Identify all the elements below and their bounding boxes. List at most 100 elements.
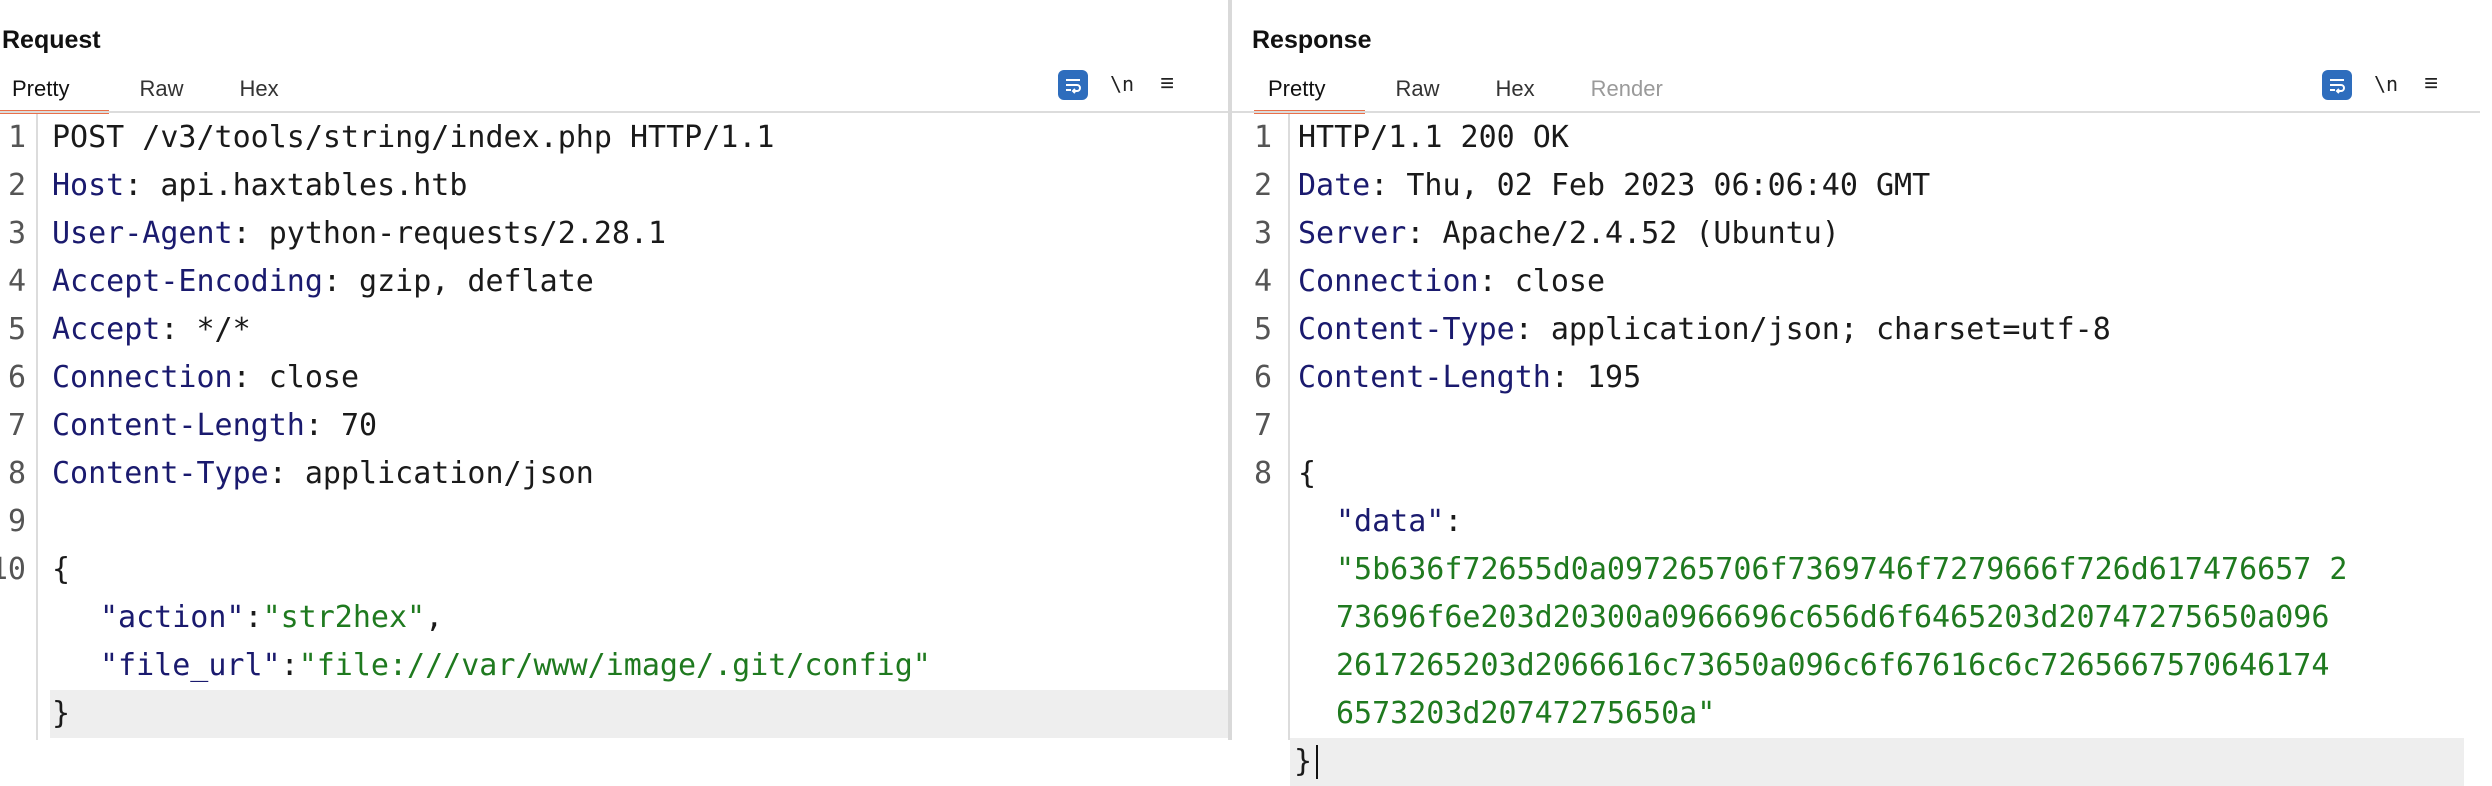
json-key: "data" (1336, 504, 1445, 539)
line-number: 1 (1253, 120, 1272, 155)
header-name: Content-Length (1298, 360, 1551, 395)
json-line: "action":"str2hex", (0, 594, 1228, 642)
line-number: 1 (7, 120, 26, 155)
line-number: 8 (1253, 456, 1272, 491)
code-line: 4 Connection: close (1232, 258, 2464, 306)
line-number: 4 (7, 264, 26, 299)
tab-render[interactable]: Render (1585, 72, 1669, 112)
code-line: 3 User-Agent: python-requests/2.28.1 (0, 210, 1228, 258)
code-line: 5 Accept: */* (0, 306, 1228, 354)
word-wrap-button[interactable] (2322, 70, 2352, 100)
header-name: Content-Type (1298, 312, 1515, 347)
json-comma: , (425, 600, 444, 635)
code-line: 2 Date: Thu, 02 Feb 2023 06:06:40 GMT (1232, 162, 2464, 210)
code-line: 8 Content-Type: application/json (0, 450, 1228, 498)
tab-raw[interactable]: Raw (133, 72, 189, 112)
code-line: 1 POST /v3/tools/string/index.php HTTP/1.… (0, 114, 1228, 162)
line-content: "file_url":"file:///var/www/image/.git/c… (100, 642, 931, 690)
code-line: 6 Connection: close (0, 354, 1228, 402)
wrap-icon (2330, 79, 2345, 94)
wrap-icon (1066, 79, 1081, 94)
json-string: "str2hex" (262, 600, 426, 635)
json-line: } (1290, 738, 2464, 786)
code-line: 2 Host: api.haxtables.htb (0, 162, 1228, 210)
code-line: 1 HTTP/1.1 200 OK (1232, 114, 2464, 162)
code-line: 7 Content-Length: 70 (0, 402, 1228, 450)
request-tabs: Pretty Raw Hex (0, 72, 329, 114)
json-key: "action" (100, 600, 245, 635)
code-line: 9 (0, 498, 1228, 546)
line-number: 2 (1253, 168, 1272, 203)
code-line: 10 { (0, 546, 1228, 594)
word-wrap-button[interactable] (1058, 70, 1088, 100)
header-name: Date (1298, 168, 1371, 203)
json-line: 6573203d20747275650a" (1232, 690, 2464, 738)
header-value: : 195 (1550, 360, 1642, 395)
line-content: { (1298, 450, 1316, 498)
line-content: Content-Type: application/json (52, 450, 594, 498)
tab-pretty[interactable]: Pretty (1253, 72, 1367, 114)
tab-hex[interactable]: Hex (233, 72, 284, 112)
line-number: 7 (7, 408, 26, 443)
header-name: User-Agent (52, 216, 233, 251)
request-editor[interactable]: 1 POST /v3/tools/string/index.php HTTP/1.… (0, 114, 1232, 740)
header-name: Host (52, 168, 125, 203)
response-tabs: Pretty Raw Hex Render (1253, 72, 1713, 114)
tab-pretty[interactable]: Pretty (0, 72, 111, 114)
line-content: Host: api.haxtables.htb (52, 162, 467, 210)
request-title: Request (2, 26, 101, 54)
header-value: : gzip, deflate (322, 264, 594, 299)
json-line: "file_url":"file:///var/www/image/.git/c… (0, 642, 1228, 690)
line-number: 8 (7, 456, 26, 491)
show-newlines-button[interactable]: \n (2374, 72, 2398, 96)
json-string: 2617265203d2066616c73650a096c6f67616c6c7… (1336, 648, 2330, 683)
show-newlines-button[interactable]: \n (1110, 72, 1134, 96)
line-number: 9 (7, 504, 26, 539)
line-number: 5 (1253, 312, 1272, 347)
header-value: : api.haxtables.htb (124, 168, 468, 203)
header-name: Accept-Encoding (52, 264, 323, 299)
header-name: Content-Type (52, 456, 269, 491)
line-number: 6 (1253, 360, 1272, 395)
line-content: Content-Length: 70 (52, 402, 377, 450)
header-value: : application/json (268, 456, 594, 491)
request-pane: Request Pretty Raw Hex \n ≡ 1 POST /v3/to… (0, 0, 1232, 740)
line-content: User-Agent: python-requests/2.28.1 (52, 210, 666, 258)
line-content: "data": (1336, 498, 1462, 546)
menu-button[interactable]: ≡ (2424, 70, 2438, 98)
line-number: 3 (7, 216, 26, 251)
json-line: } (50, 690, 1232, 738)
tabbar-divider (1232, 111, 2480, 113)
code-line: 4 Accept-Encoding: gzip, deflate (0, 258, 1228, 306)
line-content: "action":"str2hex", (100, 594, 443, 642)
line-content: Content-Type: application/json; charset=… (1298, 306, 2111, 354)
text-cursor (1316, 745, 1318, 779)
line-content: Connection: close (52, 354, 359, 402)
line-content: Accept-Encoding: gzip, deflate (52, 258, 594, 306)
header-value: : */* (160, 312, 251, 347)
header-name: Server (1298, 216, 1407, 251)
header-value: : close (1478, 264, 1606, 299)
line-content: Accept: */* (52, 306, 251, 354)
tab-hex[interactable]: Hex (1489, 72, 1540, 112)
line-number: 6 (7, 360, 26, 395)
code-line: 3 Server: Apache/2.4.52 (Ubuntu) (1232, 210, 2464, 258)
line-number: 4 (1253, 264, 1272, 299)
response-editor[interactable]: 1 HTTP/1.1 200 OK 2 Date: Thu, 02 Feb 2023 … (1232, 114, 2464, 786)
menu-button[interactable]: ≡ (1160, 70, 1174, 98)
line-content: Date: Thu, 02 Feb 2023 06:06:40 GMT (1298, 162, 1930, 210)
header-value: : Apache/2.4.52 (Ubuntu) (1406, 216, 1840, 251)
tabbar-divider (0, 111, 1228, 113)
json-colon: : (244, 600, 263, 635)
header-value: : application/json; charset=utf-8 (1514, 312, 2111, 347)
json-colon: : (280, 648, 299, 683)
json-string: 6573203d20747275650a" (1336, 696, 1716, 731)
json-colon: : (1444, 504, 1463, 539)
json-string: 73696f6e203d20300a0966696c656d6f6465203d… (1336, 600, 2330, 635)
json-line: 73696f6e203d20300a0966696c656d6f6465203d… (1232, 594, 2464, 642)
json-line: "data": (1232, 498, 2464, 546)
line-number: 2 (7, 168, 26, 203)
tab-raw[interactable]: Raw (1389, 72, 1445, 112)
line-content: Content-Length: 195 (1298, 354, 1641, 402)
response-pane: Response Pretty Raw Hex Render \n ≡ 1 HTT… (1232, 0, 2492, 786)
